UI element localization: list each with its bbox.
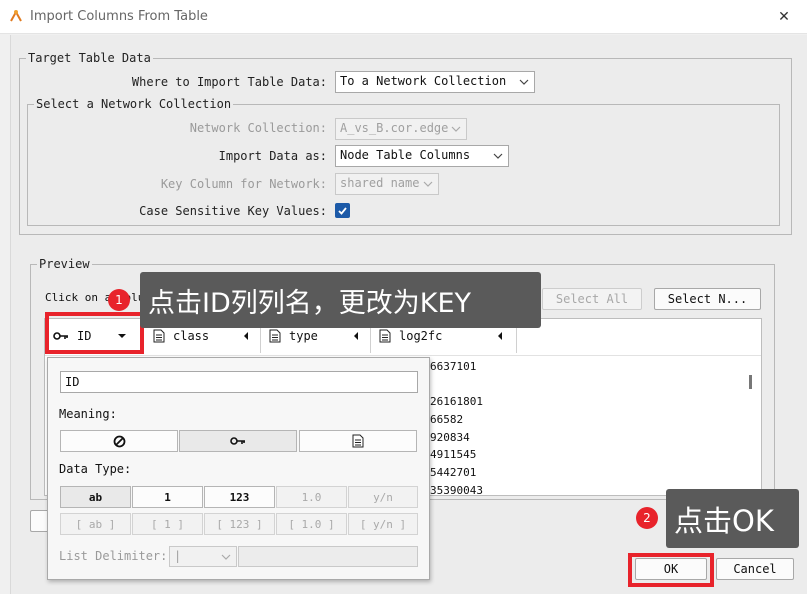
target-table-legend: Target Table Data (26, 51, 153, 65)
checkmark-icon (338, 207, 347, 215)
where-import-select[interactable]: To a Network Collection (335, 71, 535, 93)
data-type-boolean[interactable]: y/n (348, 486, 418, 508)
meaning-attribute-button[interactable] (299, 430, 417, 452)
caret-left-icon (498, 332, 502, 340)
data-type-long[interactable]: 123 (204, 486, 275, 508)
where-import-label: Where to Import Table Data: (131, 75, 327, 89)
data-type-double[interactable]: 1.0 (276, 486, 347, 508)
table-cell: 920834 (430, 431, 470, 444)
meaning-key-button[interactable] (179, 430, 297, 452)
import-data-as-select[interactable]: Node Table Columns (335, 145, 509, 167)
custom-delimiter-input[interactable] (238, 546, 418, 567)
meaning-label: Meaning: (59, 407, 117, 421)
app-icon (10, 9, 22, 22)
chevron-down-icon (451, 126, 461, 132)
table-cell: 66582 (430, 413, 464, 426)
case-sensitive-checkbox[interactable] (335, 203, 350, 218)
preview-legend: Preview (37, 257, 92, 271)
data-type-boolean-list[interactable]: [ y/n ] (348, 513, 418, 535)
table-cell: 5442701 (430, 466, 477, 479)
step1-badge: 1 (108, 289, 130, 311)
select-none-button[interactable]: Select N... (654, 288, 761, 310)
key-column-select[interactable]: shared name (335, 173, 439, 195)
header-divider (45, 355, 761, 356)
list-delimiter-label: List Delimiter: (59, 549, 168, 563)
column-name-input[interactable]: ID (60, 371, 418, 393)
data-type-label: Data Type: (59, 462, 132, 476)
import-data-as-label: Import Data as: (218, 149, 327, 163)
close-icon: ✕ (778, 9, 790, 25)
document-icon (269, 329, 281, 343)
document-icon (379, 329, 391, 343)
data-type-string[interactable]: ab (60, 486, 131, 508)
document-icon (153, 329, 165, 343)
key-icon (230, 437, 245, 445)
chevron-down-icon (493, 153, 503, 159)
data-type-integer[interactable]: 1 (132, 486, 203, 508)
data-type-double-list[interactable]: [ 1.0 ] (276, 513, 347, 535)
vertical-scrollbar[interactable] (749, 375, 752, 389)
step2-badge: 2 (636, 507, 658, 529)
network-collection-label: Network Collection: (189, 121, 327, 135)
table-cell: 35390043 (430, 484, 483, 497)
table-cell: 26161801 (430, 395, 483, 408)
meaning-none-button[interactable] (60, 430, 178, 452)
step1-callout: 点击ID列列名，更改为KEY (140, 272, 541, 328)
table-cell: 6637101 (430, 360, 477, 373)
none-icon (113, 435, 125, 447)
table-cell: 4911545 (430, 448, 477, 461)
list-delimiter-select[interactable]: | (169, 546, 237, 567)
select-network-legend: Select a Network Collection (34, 97, 234, 111)
select-all-button[interactable]: Select All (542, 288, 642, 310)
column-edit-popup: ID Meaning: Data Type: ab 1 123 1.0 y/n … (47, 357, 430, 580)
key-column-label: Key Column for Network: (160, 177, 327, 191)
network-collection-select[interactable]: A_vs_B.cor.edge (335, 118, 467, 140)
caret-left-icon (244, 332, 248, 340)
data-type-string-list[interactable]: [ ab ] (60, 513, 131, 535)
highlight-ok-button (628, 553, 714, 587)
data-type-long-list[interactable]: [ 123 ] (204, 513, 275, 535)
window-title: Import Columns From Table (30, 9, 208, 24)
title-bar: Import Columns From Table ✕ (0, 0, 807, 34)
caret-left-icon (354, 332, 358, 340)
cancel-button[interactable]: Cancel (716, 558, 794, 580)
step2-callout: 点击OK (666, 489, 799, 548)
case-sensitive-label: Case Sensitive Key Values: (139, 204, 327, 218)
chevron-down-icon (423, 181, 433, 187)
data-type-integer-list[interactable]: [ 1 ] (132, 513, 203, 535)
close-button[interactable]: ✕ (761, 0, 807, 34)
document-icon (352, 434, 364, 448)
highlight-id-column (45, 312, 144, 354)
chevron-down-icon (221, 554, 231, 560)
chevron-down-icon (519, 79, 529, 85)
